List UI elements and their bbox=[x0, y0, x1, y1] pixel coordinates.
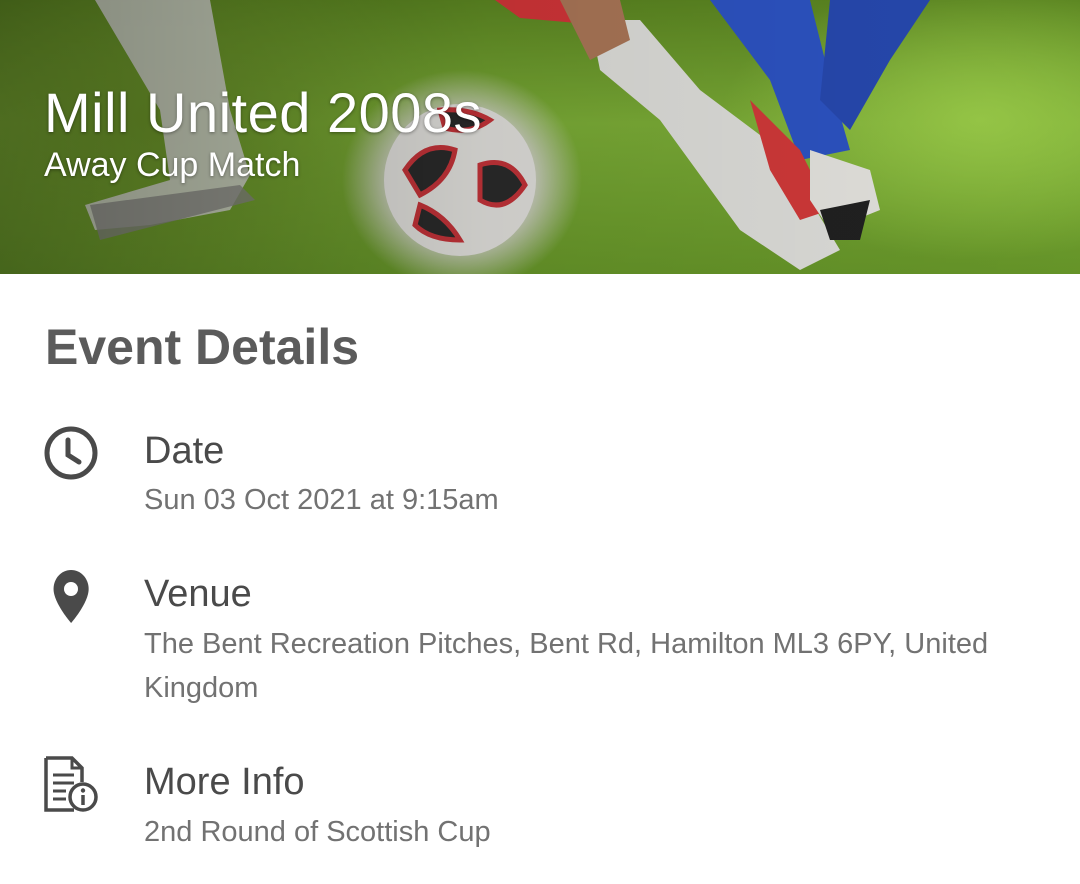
match-subtitle: Away Cup Match bbox=[44, 146, 301, 184]
header-banner: Mill United 2008s Away Cup Match bbox=[0, 0, 1080, 274]
date-value: Sun 03 Oct 2021 at 9:15am bbox=[144, 484, 499, 516]
location-pin-icon bbox=[42, 567, 100, 625]
venue-label: Venue bbox=[144, 573, 252, 615]
document-info-icon bbox=[42, 755, 100, 813]
more-info-label: More Info bbox=[144, 761, 305, 803]
section-title: Event Details bbox=[45, 319, 360, 375]
venue-value: The Bent Recreation Pitches, Bent Rd, Ha… bbox=[144, 628, 989, 704]
clock-icon bbox=[42, 424, 100, 482]
date-label: Date bbox=[144, 430, 225, 472]
more-info-value: 2nd Round of Scottish Cup bbox=[144, 816, 491, 848]
team-title: Mill United 2008s bbox=[44, 81, 483, 144]
